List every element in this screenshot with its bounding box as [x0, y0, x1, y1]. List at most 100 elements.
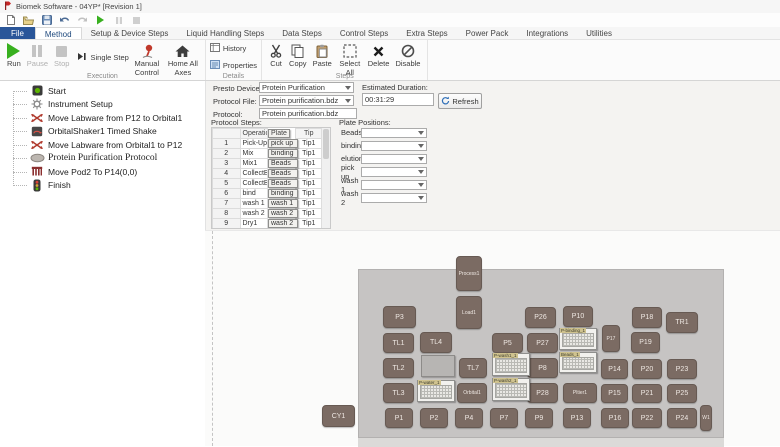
delete-button[interactable]: Delete: [365, 42, 393, 70]
plate-position-binding-select[interactable]: [361, 141, 427, 151]
tree-item-start[interactable]: Start: [0, 84, 205, 98]
deck-position-p7[interactable]: P7: [490, 408, 518, 428]
tree-item-move-labware-from-orbital1-to-p12[interactable]: Move Labware from Orbital1 to P12: [0, 138, 205, 152]
deck-position-load1[interactable]: Load1: [456, 296, 482, 329]
plate-position-wash-1-select[interactable]: [361, 180, 427, 190]
deck-position-cy1[interactable]: CY1: [322, 405, 355, 427]
deck-position-p5[interactable]: P5: [492, 333, 523, 353]
save-icon[interactable]: [41, 15, 52, 26]
tab-file[interactable]: File: [0, 27, 35, 39]
plate-position-wash-2-select[interactable]: [361, 193, 427, 203]
deck-position-tl4[interactable]: TL4: [420, 332, 452, 353]
deck-position-p18[interactable]: P18: [632, 307, 662, 328]
protocol-step-row-1[interactable]: 1Pick-Uppick upTip1: [213, 139, 323, 149]
plate-position-pick-up-select[interactable]: [361, 167, 427, 177]
scrollbar-thumb[interactable]: [323, 129, 329, 159]
deck-position-pltier1[interactable]: Pltier1: [563, 383, 597, 403]
undo-icon[interactable]: [59, 15, 70, 26]
deck-labware-p-water-1[interactable]: P-water_1: [417, 380, 455, 402]
tree-item-instrument-setup[interactable]: Instrument Setup: [0, 98, 205, 112]
cut-button[interactable]: Cut: [266, 42, 286, 70]
deck-position-p22[interactable]: P22: [632, 408, 662, 428]
deck-position-p25[interactable]: P25: [667, 384, 697, 403]
protocol-step-row-2[interactable]: 2MixbindingTip1: [213, 149, 323, 159]
deck-position-p9[interactable]: P9: [525, 408, 553, 428]
deck-position-p10[interactable]: P10: [563, 306, 593, 327]
tab-power-pack[interactable]: Power Pack: [457, 27, 518, 39]
tab-integrations[interactable]: Integrations: [517, 27, 577, 39]
plate-position-elution-select[interactable]: [361, 154, 427, 164]
protocol-step-row-10[interactable]: 10elutionelutionTip1: [213, 229, 323, 230]
deck-position-p17[interactable]: P17: [602, 325, 620, 352]
deck-position-p15[interactable]: P15: [601, 384, 628, 403]
deck-position-p14[interactable]: P14: [601, 359, 628, 379]
tab-liquid-handling-steps[interactable]: Liquid Handling Steps: [177, 27, 273, 39]
open-method-icon[interactable]: [23, 15, 34, 26]
history-button[interactable]: History: [210, 43, 257, 54]
deck-position-p20[interactable]: P20: [632, 359, 662, 379]
tree-item-move-pod2-to-p14-0-0[interactable]: Move Pod2 To P14(0,0): [0, 165, 205, 179]
deck-position-p2[interactable]: P2: [420, 408, 448, 428]
deck-position-p28[interactable]: P28: [527, 383, 558, 403]
deck-labware-p-wash1-1[interactable]: P-wash1_1: [492, 353, 530, 376]
deck-position-p1[interactable]: P1: [385, 408, 413, 428]
deck-position-orbital1[interactable]: Orbital1: [457, 383, 487, 403]
deck-position-tl7[interactable]: TL7: [459, 358, 487, 378]
deck-position-w1[interactable]: W1: [700, 405, 712, 431]
cell-op: Mix: [240, 149, 268, 159]
tab-data-steps[interactable]: Data Steps: [273, 27, 331, 39]
disable-button[interactable]: Disable: [392, 42, 423, 70]
deck-labware-p-wash2-1[interactable]: P-wash2_1: [492, 378, 530, 401]
protocol-step-row-9[interactable]: 9Dry1wash 2Tip1: [213, 219, 323, 229]
tab-utilities[interactable]: Utilities: [577, 27, 621, 39]
properties-button[interactable]: Properties: [210, 60, 257, 71]
tab-method[interactable]: Method: [35, 27, 82, 39]
paste-button[interactable]: Paste: [310, 42, 335, 70]
tab-control-steps[interactable]: Control Steps: [331, 27, 397, 39]
run-quick-icon[interactable]: [95, 15, 106, 26]
estimated-duration-field[interactable]: 00:31:29: [362, 93, 434, 106]
cell-plate: Beads: [268, 179, 298, 188]
deck-position-p23[interactable]: P23: [667, 359, 697, 379]
deck-position-p13[interactable]: P13: [563, 408, 591, 428]
redo-icon[interactable]: [77, 15, 88, 26]
deck-position-tl3[interactable]: TL3: [383, 383, 414, 403]
refresh-button[interactable]: Refresh: [438, 93, 482, 109]
deck-position-p27[interactable]: P27: [527, 333, 558, 353]
deck-position-p21[interactable]: P21: [632, 384, 662, 403]
protocol-step-row-4[interactable]: 4CollectBeads1BeadsTip1: [213, 169, 323, 179]
deck-position-p3[interactable]: P3: [383, 306, 416, 328]
protocol-step-row-3[interactable]: 3Mix1BeadsTip1: [213, 159, 323, 169]
protocol-file-select[interactable]: Protein purification.bdz: [259, 95, 354, 106]
deck-position-process1[interactable]: Process1: [456, 256, 482, 291]
single-step-button[interactable]: Single Step: [77, 52, 128, 63]
tree-item-move-labware-from-p12-to-orbital1[interactable]: Move Labware from P12 to Orbital1: [0, 111, 205, 125]
deck-position-tr1[interactable]: TR1: [666, 312, 698, 333]
protocol-step-row-7[interactable]: 7wash 1wash 1Tip1: [213, 199, 323, 209]
deck-position-p26[interactable]: P26: [525, 307, 556, 328]
protocol-step-row-8[interactable]: 8wash 2wash 2Tip1: [213, 209, 323, 219]
copy-button[interactable]: Copy: [286, 42, 310, 70]
run-button[interactable]: Run: [4, 42, 24, 70]
deck-position-p19[interactable]: P19: [631, 332, 660, 353]
deck-position-p4[interactable]: P4: [455, 408, 483, 428]
tree-item-finish[interactable]: Finish: [0, 179, 205, 193]
deck-empty-holder[interactable]: [421, 355, 455, 377]
deck-position-p24[interactable]: P24: [667, 408, 697, 428]
deck-position-tl1[interactable]: TL1: [383, 333, 414, 353]
deck-labware-p-binding-1[interactable]: P-binding_1: [559, 328, 597, 350]
plate-position-beads-select[interactable]: [361, 128, 427, 138]
new-method-icon[interactable]: [5, 15, 16, 26]
deck-position-p8[interactable]: P8: [527, 358, 558, 378]
tree-item-protein-purification-protocol[interactable]: Protein Purification Protocol: [0, 152, 205, 166]
protocol-step-row-5[interactable]: 5CollectBeads2BeadsTip1: [213, 179, 323, 189]
deck-position-p16[interactable]: P16: [601, 408, 629, 428]
protocol-step-row-6[interactable]: 6bindbindingTip1: [213, 189, 323, 199]
tab-extra-steps[interactable]: Extra Steps: [397, 27, 456, 39]
table-scrollbar[interactable]: [321, 128, 330, 228]
presto-device-select[interactable]: Protein Purification: [259, 82, 354, 93]
deck-labware-beads-1[interactable]: Beads_1: [559, 352, 597, 373]
deck-position-tl2[interactable]: TL2: [383, 358, 414, 378]
tab-setup-device-steps[interactable]: Setup & Device Steps: [82, 27, 178, 39]
tree-item-orbitalshaker1-timed-shake[interactable]: OrbitalShaker1 Timed Shake: [0, 125, 205, 139]
